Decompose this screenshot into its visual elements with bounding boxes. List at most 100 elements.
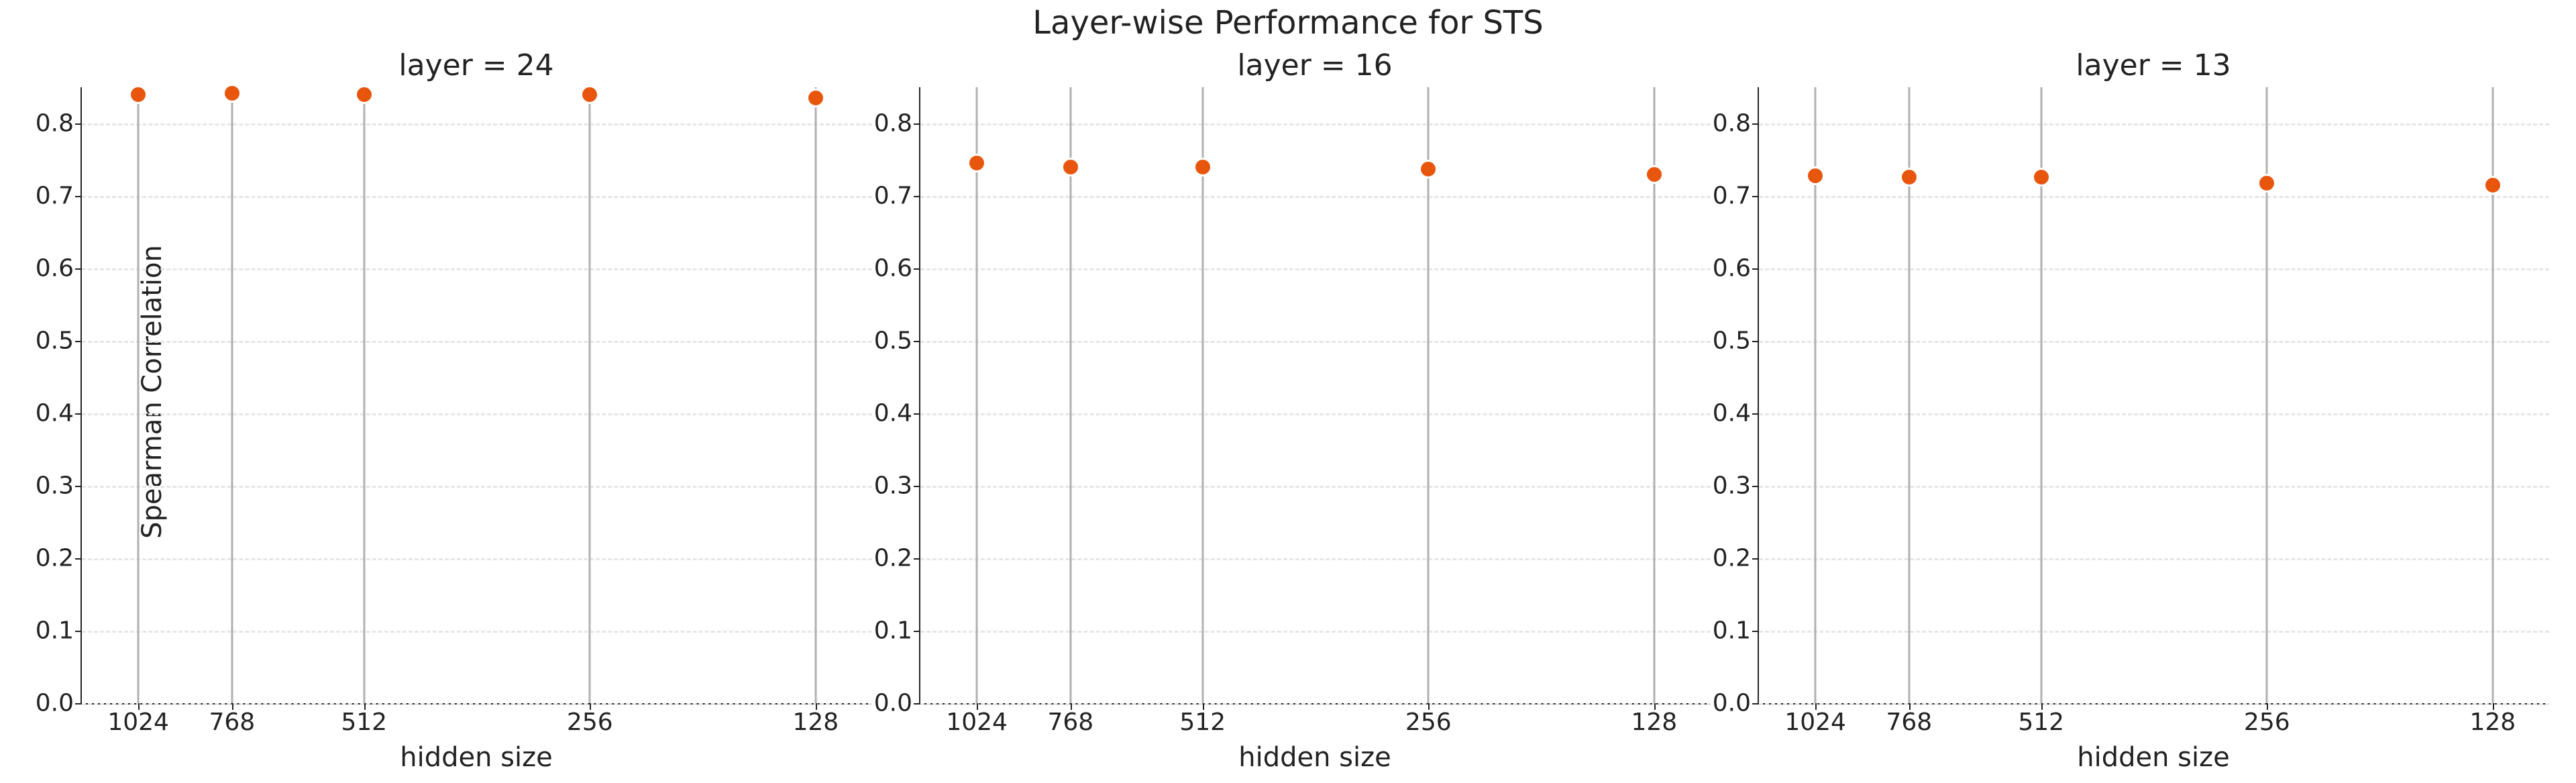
x-tick-label: 768 [1886,703,1932,736]
y-tick-label: 0.5 [36,327,82,355]
x-axis-label: hidden size [919,742,1711,773]
y-tick-label: 0.5 [1713,327,1759,355]
y-tick-label: 0.1 [36,617,82,645]
gridline [82,486,872,488]
gridline [82,631,872,633]
gridline [82,268,872,270]
y-tick-label: 0.7 [874,182,920,210]
x-tick-label: 512 [2018,703,2064,736]
panel-title: layer = 16 [919,48,1711,83]
x-tick-label: 128 [1631,703,1677,736]
x-tick-label: 256 [567,703,613,736]
gridline [920,413,1711,415]
stem-line [1201,87,1203,703]
x-tick-label: 1024 [1784,703,1846,736]
y-tick-label: 0.3 [1713,472,1759,499]
gridline [1759,268,2549,270]
y-tick-label: 0.3 [874,472,920,499]
y-tick-label: 0.0 [1713,690,1759,717]
data-point [1193,158,1212,176]
x-tick-label: 512 [341,703,387,736]
data-point [1645,165,1664,184]
data-point [1419,160,1438,178]
gridline [82,123,872,125]
x-tick-label: 256 [2244,703,2290,736]
y-tick-label: 0.1 [874,617,920,645]
y-tick-label: 0.2 [36,545,82,572]
y-tick-label: 0.8 [1713,110,1759,138]
gridline [920,558,1711,560]
x-tick-label: 512 [1179,703,1226,736]
figure-title: Layer-wise Performance for STS [0,4,2576,42]
gridline [920,268,1711,270]
y-tick-label: 0.7 [36,182,82,210]
stem-line [1069,87,1071,703]
stem-line [814,87,816,703]
data-point [129,85,148,104]
stem-line [589,87,591,703]
gridline [1759,703,2549,705]
y-tick-label: 0.2 [1713,545,1759,572]
panel-title: layer = 24 [80,48,872,83]
x-tick-label: 768 [1047,703,1093,736]
gridline [1759,123,2549,125]
gridline [1759,631,2549,633]
plot-area: 0.00.10.20.30.40.50.60.70.81024768512256… [919,87,1711,704]
data-point [806,89,825,107]
y-tick-label: 0.6 [36,255,82,282]
stem-line [138,87,140,703]
x-tick-label: 256 [1405,703,1452,736]
y-tick-label: 0.4 [874,400,920,427]
x-axis-label: hidden size [80,742,872,773]
x-tick-label: 128 [2469,703,2516,736]
x-tick-label: 128 [792,703,839,736]
gridline [82,413,872,415]
data-point [1900,168,1919,187]
panel: layer = 130.00.10.20.30.40.50.60.70.8102… [1758,48,2549,783]
stem-line [1428,87,1430,703]
y-tick-label: 0.1 [1713,617,1759,645]
panel-title: layer = 13 [1758,48,2549,83]
gridline [920,631,1711,633]
data-point [2257,174,2276,193]
gridline [82,196,872,198]
data-point [580,85,599,104]
gridline [1759,486,2549,488]
gridline [1759,413,2549,415]
gridline [920,703,1711,705]
gridline [920,341,1711,343]
gridline [82,703,872,705]
data-point [2032,168,2051,187]
y-tick-label: 0.0 [36,690,82,717]
y-tick-label: 0.2 [874,545,920,572]
gridline [1759,341,2549,343]
data-point [355,85,374,104]
y-tick-label: 0.4 [36,400,82,427]
x-axis-label: hidden size [1758,742,2549,773]
gridline [82,341,872,343]
y-tick-label: 0.7 [1713,182,1759,210]
y-tick-label: 0.6 [1713,255,1759,282]
y-tick-label: 0.6 [874,255,920,282]
plot-area: 0.00.10.20.30.40.50.60.70.81024768512256… [80,87,872,704]
panel: layer = 16 0.00.10.20.30.40.50.60.70.8102… [919,48,1711,783]
x-tick-label: 1024 [946,703,1008,736]
y-tick-label: 0.8 [874,110,920,138]
x-tick-label: 768 [209,703,255,736]
data-point [2483,176,2502,195]
data-point [1061,158,1080,176]
gridline [920,123,1711,125]
data-point [223,84,241,103]
gridline [1759,196,2549,198]
y-tick-label: 0.0 [874,690,920,717]
stem-line [231,87,233,703]
y-tick-label: 0.5 [874,327,920,355]
y-tick-label: 0.4 [1713,400,1759,427]
y-tick-label: 0.8 [36,110,82,138]
y-tick-label: 0.3 [36,472,82,499]
gridline [1759,558,2549,560]
figure: Layer-wise Performance for STS Spearman … [0,0,2576,783]
data-point [967,154,986,172]
x-tick-label: 1024 [107,703,169,736]
panel: layer = 24 0.00.10.20.30.40.50.60.70.8102… [80,48,872,783]
